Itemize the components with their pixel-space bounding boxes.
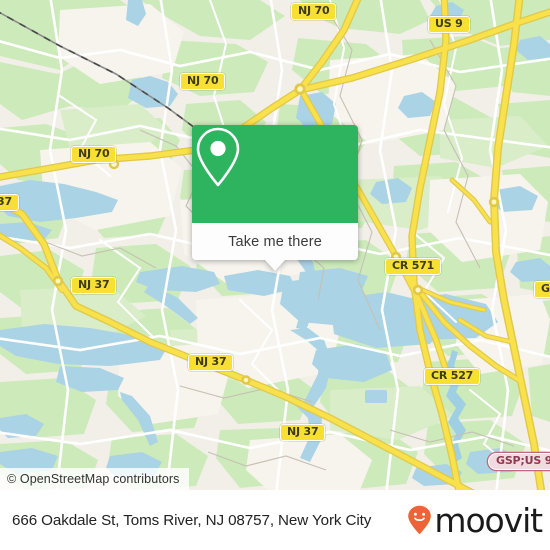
road-shield-nj70-mid: NJ 70: [180, 73, 226, 90]
road-shield-gs-edge: GS: [534, 281, 550, 298]
popup-tail-arrow: [265, 260, 285, 271]
road-shield-nj70-north: NJ 70: [291, 3, 337, 20]
map-pin-icon: [196, 127, 240, 187]
osm-attribution[interactable]: © OpenStreetMap contributors: [0, 468, 189, 490]
road-shield-nj37-west: NJ 37: [71, 277, 117, 294]
moovit-map-screen: NJ 70 US 9 NJ 70 NJ 70 37 CR 571 GS NJ 3…: [0, 0, 550, 550]
road-shield-nj70-west: NJ 70: [71, 146, 117, 163]
moovit-wordmark: moovit: [434, 500, 543, 540]
moovit-brand[interactable]: moovit: [406, 500, 543, 540]
moovit-pin-smiley-icon: [408, 505, 432, 535]
road-shield-gsp-us9: GSP;US 9: [488, 453, 550, 470]
popup-pin-panel: [192, 125, 358, 223]
popup-action-bar[interactable]: Take me there: [192, 223, 358, 271]
road-shield-cr527: CR 527: [424, 368, 481, 385]
road-shield-nj37-south: NJ 37: [280, 424, 326, 441]
take-me-there-button[interactable]: Take me there: [228, 234, 322, 250]
road-shield-cr571: CR 571: [385, 258, 442, 275]
road-shield-nj37-mid: NJ 37: [188, 354, 234, 371]
map-canvas[interactable]: NJ 70 US 9 NJ 70 NJ 70 37 CR 571 GS NJ 3…: [0, 0, 550, 490]
address-label: 666 Oakdale St, Toms River, NJ 08757, Ne…: [12, 511, 372, 529]
road-shield-37-edge: 37: [0, 194, 19, 211]
location-popup-card[interactable]: Take me there: [192, 125, 358, 271]
road-shield-us9-north: US 9: [428, 16, 470, 33]
footer-bar: 666 Oakdale St, Toms River, NJ 08757, Ne…: [0, 490, 550, 550]
